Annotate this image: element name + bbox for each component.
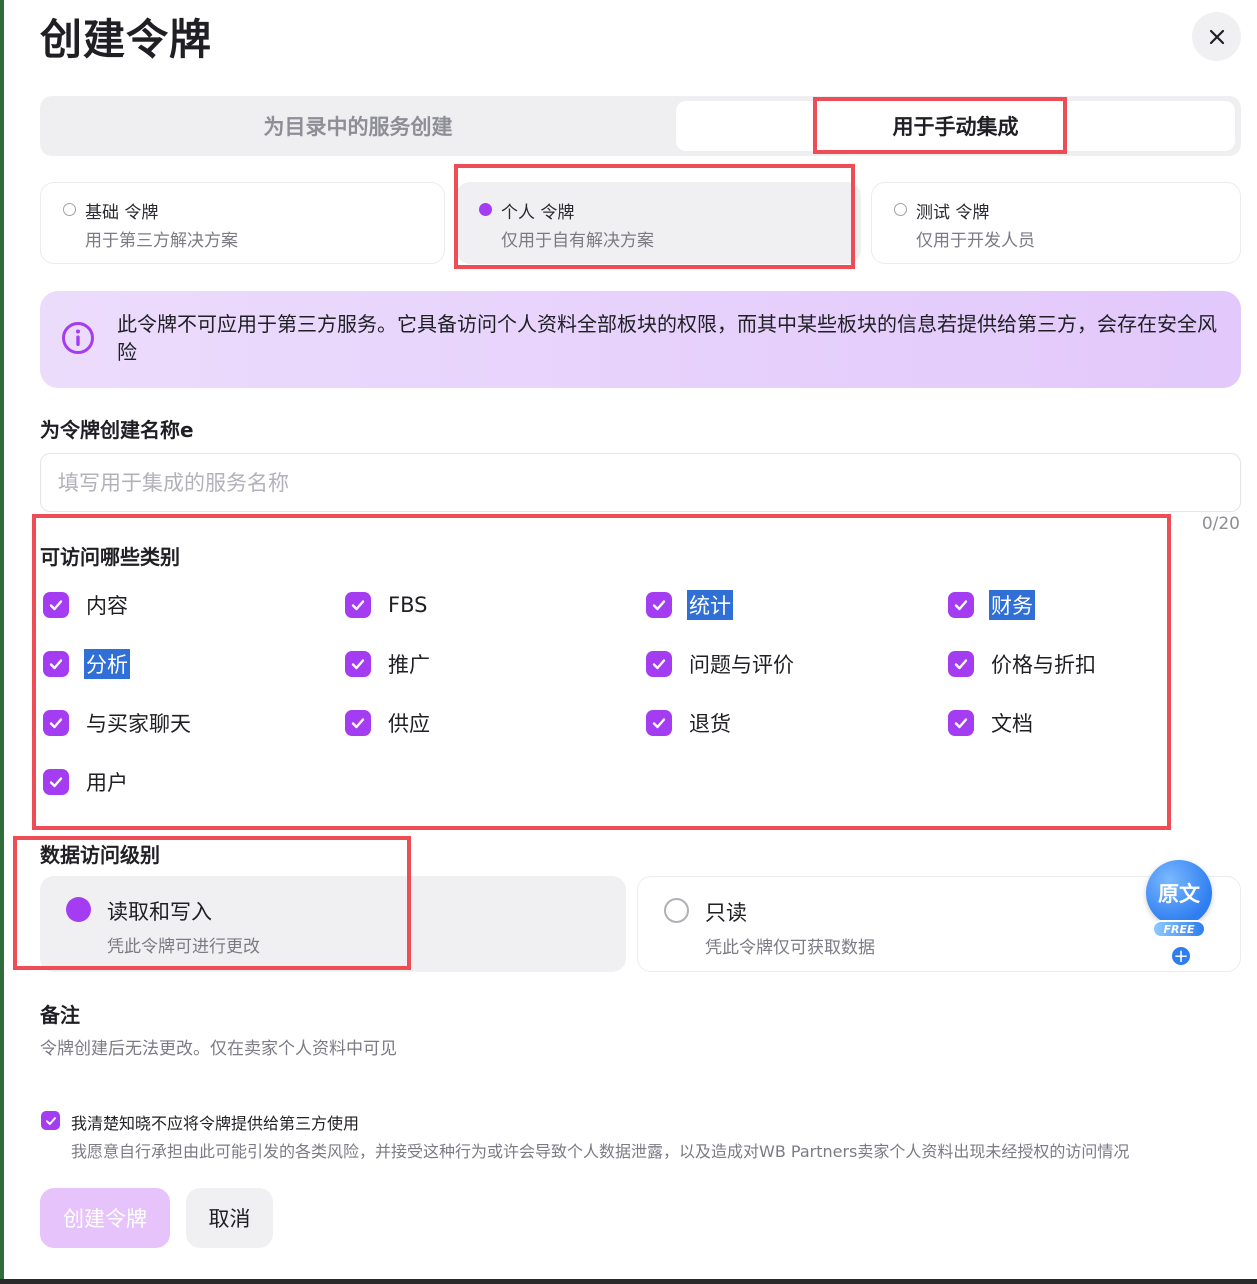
alert-text: 此令牌不可应用于第三方服务。它具备访问个人资料全部板块的权限，而其中某些板块的信… — [117, 312, 1217, 364]
access-level-label: 数据访问级别 — [40, 843, 160, 867]
char-counter: 0/20 — [1201, 514, 1240, 534]
tab-manual-integration[interactable]: 用于手动集成 — [676, 101, 1235, 151]
checkbox-checked-icon — [43, 651, 69, 677]
free-badge: FREE — [1152, 920, 1206, 938]
note-text: 令牌创建后无法更改。仅在卖家个人资料中可见 — [40, 1039, 397, 1059]
access-option-subtitle: 凭此令牌可进行更改 — [107, 937, 260, 957]
token-type-subtitle: 用于第三方解决方案 — [85, 231, 238, 251]
category-prices-discounts[interactable]: 价格与折扣 — [948, 649, 1098, 679]
category-label: 统计 — [687, 590, 733, 620]
category-supply[interactable]: 供应 — [345, 708, 432, 738]
create-token-button[interactable]: 创建令牌 — [40, 1188, 170, 1248]
category-label: FBS — [388, 593, 428, 617]
category-finance[interactable]: 财务 — [948, 590, 1035, 620]
window-left-edge — [0, 0, 4, 1284]
radio-icon — [664, 898, 689, 923]
access-option-title: 只读 — [705, 901, 747, 925]
translate-plus-button[interactable]: + — [1170, 945, 1192, 967]
token-type-subtitle: 仅用于开发人员 — [916, 231, 1035, 251]
categories-label: 可访问哪些类别 — [40, 545, 180, 569]
dialog-title: 创建令牌 — [40, 15, 213, 64]
category-label: 文档 — [991, 712, 1033, 736]
integration-tabs: 为目录中的服务创建 用于手动集成 — [40, 96, 1241, 156]
close-icon — [1209, 29, 1224, 44]
radio-selected-icon — [479, 203, 492, 216]
radio-icon — [894, 203, 907, 216]
category-label: 用户 — [86, 771, 128, 795]
note-label: 备注 — [40, 1003, 80, 1027]
token-type-personal[interactable]: 个人 令牌 仅用于自有解决方案 — [456, 182, 861, 264]
access-option-title: 读取和写入 — [107, 900, 212, 924]
category-label: 价格与折扣 — [991, 653, 1096, 677]
acknowledge-text: 我愿意自行承担由此可能引发的各类风险，并接受这种行为或许会导致个人数据泄露，以及… — [71, 1142, 1130, 1161]
checkmark-icon — [45, 1116, 56, 1125]
cancel-button[interactable]: 取消 — [186, 1188, 273, 1248]
acknowledge-title: 我清楚知晓不应将令牌提供给第三方使用 — [71, 1114, 360, 1133]
token-name-input[interactable] — [40, 453, 1241, 512]
category-analytics[interactable]: 分析 — [43, 649, 130, 679]
category-content[interactable]: 内容 — [43, 590, 130, 620]
checkbox-checked-icon — [345, 710, 371, 736]
radio-selected-icon — [66, 897, 91, 922]
category-label: 内容 — [86, 594, 128, 618]
close-button[interactable] — [1192, 12, 1241, 61]
category-buyer-chat[interactable]: 与买家聊天 — [43, 708, 193, 738]
window-bottom-edge — [0, 1279, 1257, 1284]
category-label: 供应 — [388, 712, 430, 736]
token-type-basic[interactable]: 基础 令牌 用于第三方解决方案 — [40, 182, 445, 264]
warning-alert: 此令牌不可应用于第三方服务。它具备访问个人资料全部板块的权限，而其中某些板块的信… — [40, 291, 1241, 388]
checkbox-checked-icon — [948, 710, 974, 736]
info-icon — [62, 322, 94, 354]
name-field-label: 为令牌创建名称e — [40, 418, 194, 442]
category-returns[interactable]: 退货 — [646, 708, 733, 738]
checkbox-checked-icon — [948, 651, 974, 677]
checkbox-checked-icon — [948, 592, 974, 618]
token-type-title: 基础 令牌 — [85, 203, 159, 223]
checkbox-checked-icon — [345, 592, 371, 618]
category-documents[interactable]: 文档 — [948, 708, 1035, 738]
token-type-test[interactable]: 测试 令牌 仅用于开发人员 — [871, 182, 1241, 264]
translate-original-button[interactable]: 原文 — [1146, 860, 1212, 926]
tab-catalog-service[interactable]: 为目录中的服务创建 — [45, 101, 671, 151]
token-type-subtitle: 仅用于自有解决方案 — [501, 231, 654, 251]
token-type-title: 个人 令牌 — [501, 203, 575, 223]
checkbox-checked-icon — [646, 710, 672, 736]
checkbox-checked-icon — [646, 592, 672, 618]
category-promotion[interactable]: 推广 — [345, 649, 432, 679]
access-read-write[interactable]: 读取和写入 凭此令牌可进行更改 — [40, 876, 626, 972]
category-users[interactable]: 用户 — [43, 767, 130, 797]
checkbox-checked-icon — [345, 651, 371, 677]
category-label: 财务 — [989, 590, 1035, 620]
acknowledge-checkbox[interactable] — [41, 1111, 60, 1130]
category-statistics[interactable]: 统计 — [646, 590, 733, 620]
checkbox-checked-icon — [646, 651, 672, 677]
category-fbs[interactable]: FBS — [345, 590, 429, 620]
category-label: 与买家聊天 — [86, 712, 191, 736]
access-option-subtitle: 凭此令牌仅可获取数据 — [705, 938, 875, 958]
checkbox-checked-icon — [43, 710, 69, 736]
category-label: 退货 — [689, 712, 731, 736]
radio-icon — [63, 203, 76, 216]
category-label: 分析 — [84, 649, 130, 679]
category-label: 问题与评价 — [689, 653, 794, 677]
token-type-title: 测试 令牌 — [916, 203, 990, 223]
category-label: 推广 — [388, 653, 430, 677]
checkbox-checked-icon — [43, 592, 69, 618]
checkbox-checked-icon — [43, 769, 69, 795]
category-questions-reviews[interactable]: 问题与评价 — [646, 649, 796, 679]
